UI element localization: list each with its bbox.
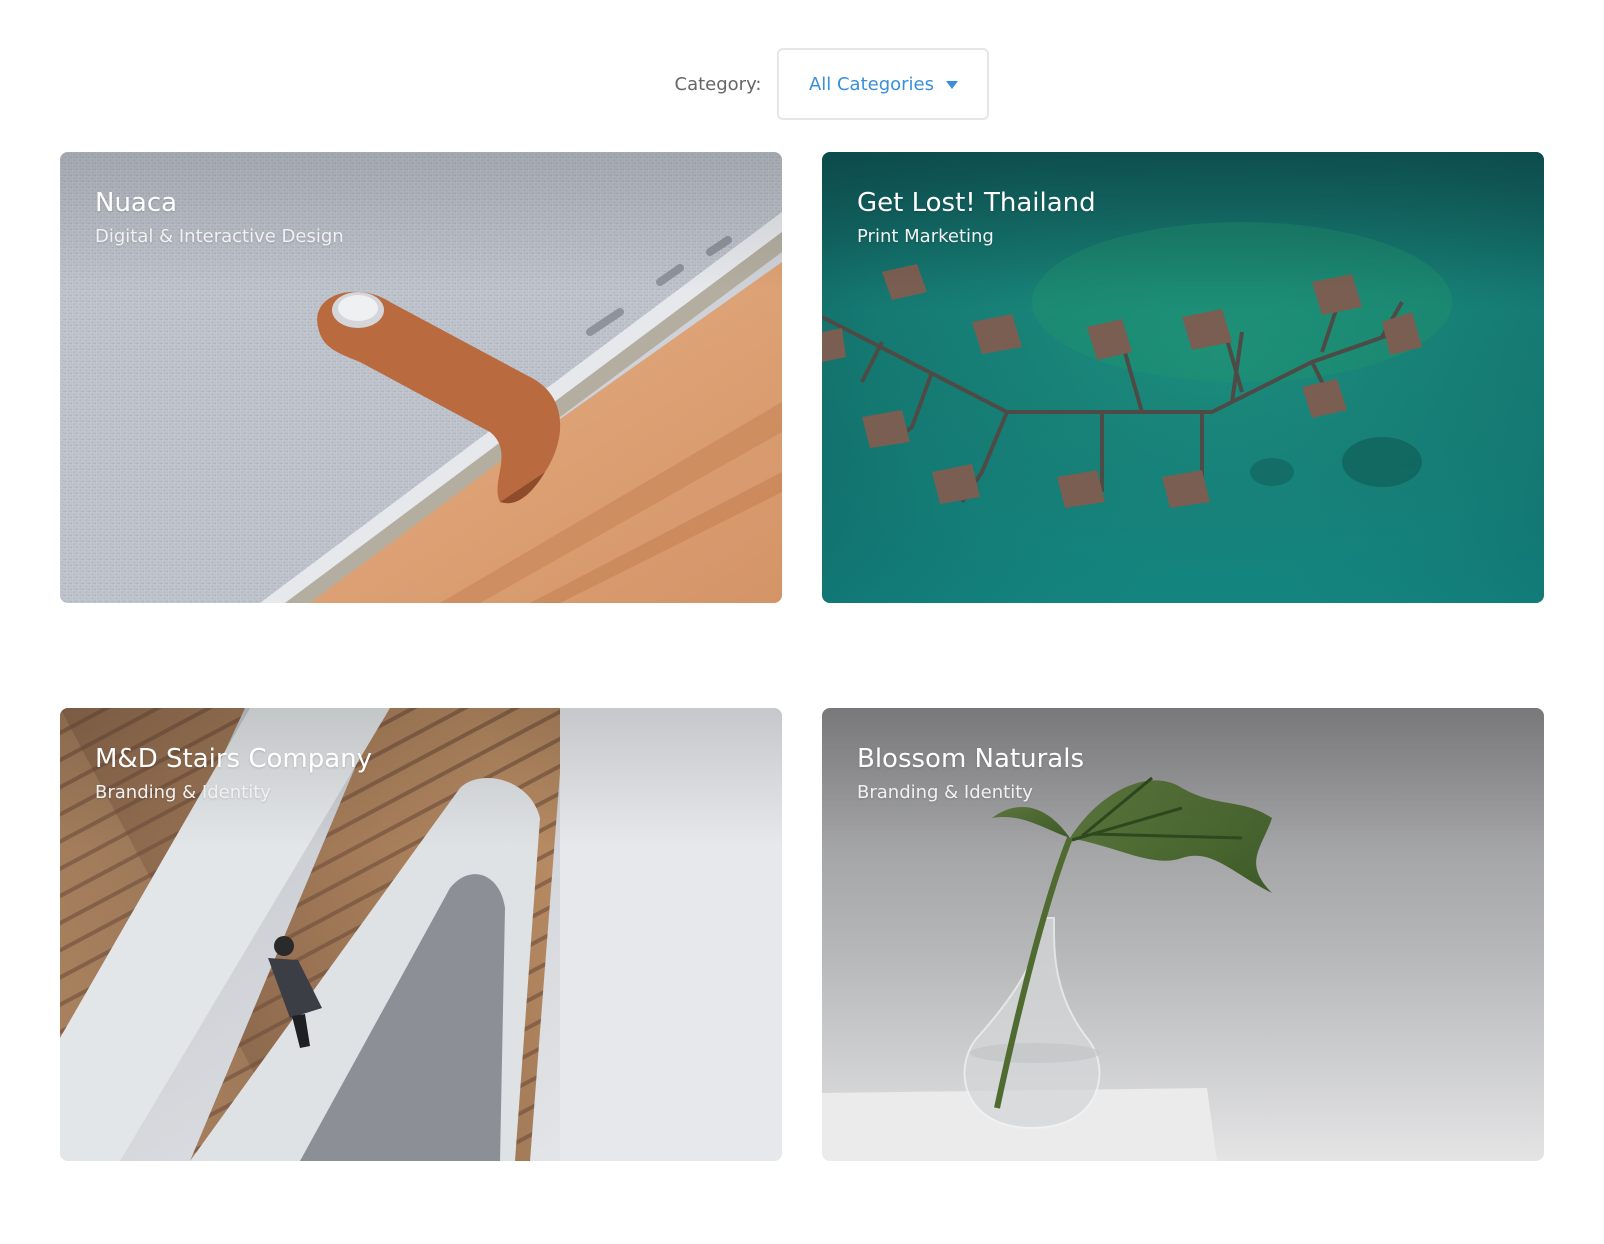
project-title[interactable]: Blossom Naturals	[857, 742, 1084, 776]
project-card-get-lost-thailand[interactable]: Get Lost! Thailand Print Marketing	[822, 152, 1544, 603]
card-meta: Nuaca Digital & Interactive Design	[95, 186, 344, 250]
caret-down-icon	[946, 81, 959, 89]
portfolio-page: Category: All Categories Nuaca Digital &…	[0, 0, 1604, 1244]
project-title[interactable]: M&D Stairs Company	[95, 742, 372, 776]
project-category: Print Marketing	[857, 226, 994, 247]
category-filter-bar: Category: All Categories	[0, 48, 1604, 120]
project-card-blossom-naturals[interactable]: Blossom Naturals Branding & Identity	[822, 708, 1544, 1161]
project-category: Branding & Identity	[857, 782, 1033, 803]
card-meta: Get Lost! Thailand Print Marketing	[857, 186, 1096, 250]
project-title[interactable]: Nuaca	[95, 186, 344, 220]
category-filter-label: Category:	[674, 73, 762, 95]
project-card-nuaca[interactable]: Nuaca Digital & Interactive Design	[60, 152, 782, 603]
project-category: Digital & Interactive Design	[95, 226, 344, 247]
project-card-md-stairs-company[interactable]: M&D Stairs Company Branding & Identity	[60, 708, 782, 1161]
project-category: Branding & Identity	[95, 782, 271, 803]
category-dropdown-value: All Categories	[808, 73, 935, 95]
category-dropdown[interactable]: All Categories	[777, 48, 990, 120]
project-title[interactable]: Get Lost! Thailand	[857, 186, 1096, 220]
card-meta: Blossom Naturals Branding & Identity	[857, 742, 1084, 806]
card-meta: M&D Stairs Company Branding & Identity	[95, 742, 372, 806]
